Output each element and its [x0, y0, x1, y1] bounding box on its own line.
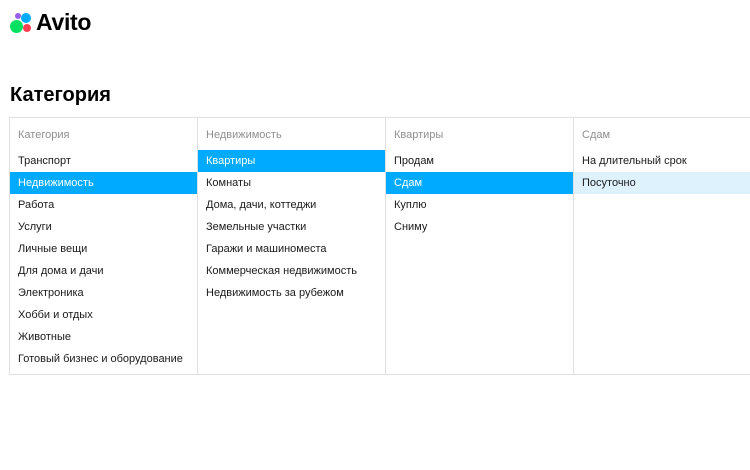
column-real-estate: Недвижимость Квартиры Комнаты Дома, дачи, к…: [198, 118, 386, 374]
logo-dot-purple: [15, 13, 21, 19]
category-option[interactable]: Земельные участки: [198, 216, 385, 238]
category-option[interactable]: Электроника: [10, 282, 197, 304]
category-option[interactable]: Сниму: [386, 216, 573, 238]
category-option[interactable]: Готовый бизнес и оборудование: [10, 348, 197, 370]
column-category: Категория Транспорт Недвижимость Работа Услу…: [10, 118, 198, 374]
column-apartments: Квартиры Продам Сдам Куплю Сниму: [386, 118, 574, 374]
category-option[interactable]: Работа: [10, 194, 197, 216]
category-option[interactable]: Квартиры: [198, 150, 385, 172]
category-option[interactable]: Куплю: [386, 194, 573, 216]
column-header: Квартиры: [394, 129, 444, 141]
avito-logo[interactable]: Avito: [9, 9, 91, 35]
logo-dot-green: [10, 20, 23, 33]
category-option[interactable]: Коммерческая недвижимость: [198, 260, 385, 282]
category-option[interactable]: Гаражи и машиноместа: [198, 238, 385, 260]
category-option[interactable]: Личные вещи: [10, 238, 197, 260]
category-option[interactable]: Хобби и отдых: [10, 304, 197, 326]
category-option[interactable]: Услуги: [10, 216, 197, 238]
column-header: Категория: [18, 129, 70, 141]
logo-text: Avito: [36, 9, 92, 35]
column-rent: Сдам На длительный срок Посуточно: [574, 118, 750, 374]
category-option[interactable]: Для дома и дачи: [10, 260, 197, 282]
avito-logo-icon: [9, 10, 33, 34]
category-option[interactable]: На длительный срок: [574, 150, 750, 172]
logo-dot-red: [23, 24, 31, 32]
category-option[interactable]: Продам: [386, 150, 573, 172]
category-option[interactable]: Животные: [10, 326, 197, 348]
category-columns: Категория Транспорт Недвижимость Работа Услу…: [9, 117, 750, 375]
category-option[interactable]: Недвижимость за рубежом: [198, 282, 385, 304]
page: Avito Категория Категория Транспорт Недвиж…: [0, 0, 750, 470]
column-header: Недвижимость: [206, 129, 282, 141]
category-option[interactable]: Дома, дачи, коттеджи: [198, 194, 385, 216]
category-option[interactable]: Недвижимость: [10, 172, 197, 194]
logo-dot-blue: [21, 13, 31, 23]
category-option[interactable]: Сдам: [386, 172, 573, 194]
page-title: Категория: [10, 84, 111, 106]
column-header: Сдам: [582, 129, 611, 141]
category-option[interactable]: Комнаты: [198, 172, 385, 194]
category-option[interactable]: Транспорт: [10, 150, 197, 172]
category-option[interactable]: Посуточно: [574, 172, 750, 194]
